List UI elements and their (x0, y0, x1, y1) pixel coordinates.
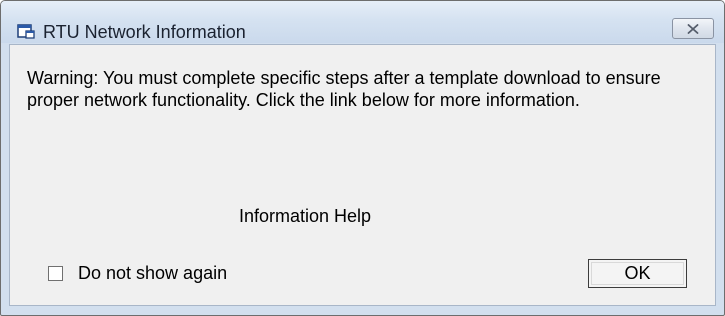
do-not-show-again-checkbox[interactable]: Do not show again (48, 261, 227, 285)
ok-button[interactable]: OK (588, 259, 687, 288)
close-icon (687, 24, 699, 34)
warning-message: Warning: You must complete specific step… (27, 68, 661, 110)
information-help-link[interactable]: Information Help (239, 206, 371, 227)
title-bar[interactable]: RTU Network Information (1, 1, 724, 43)
app-window-icon (17, 23, 35, 39)
checkbox-label[interactable]: Do not show again (78, 263, 227, 284)
close-button[interactable] (672, 18, 714, 39)
dialog-window: RTU Network Information Warning: You mus… (0, 0, 725, 316)
checkbox-box[interactable] (48, 265, 63, 281)
dialog-body: Warning: You must complete specific step… (9, 44, 716, 306)
window-title: RTU Network Information (43, 22, 246, 42)
